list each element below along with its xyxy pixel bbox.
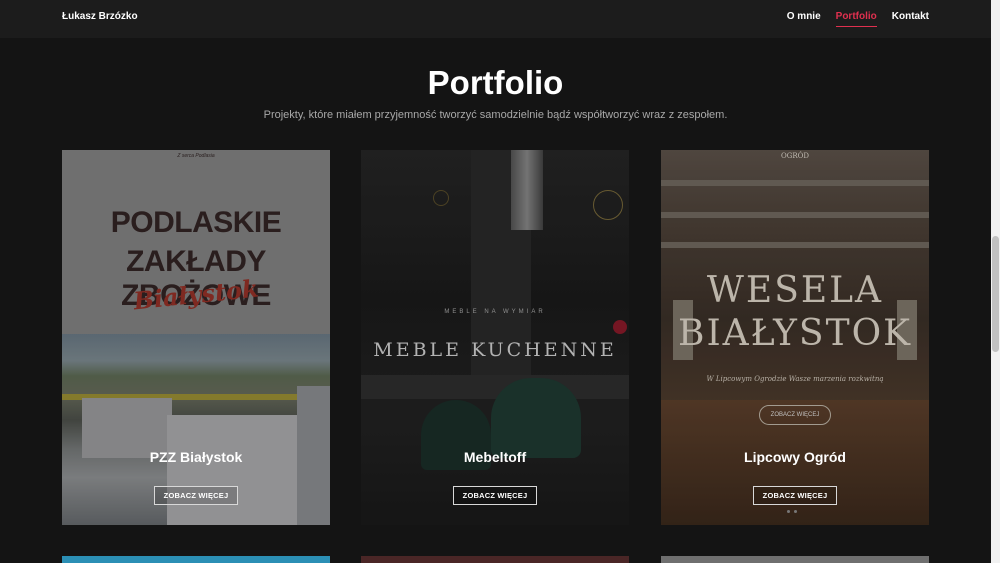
page-scrollbar[interactable] <box>991 0 1000 563</box>
project-card-next[interactable] <box>361 556 629 563</box>
card-overlay <box>361 150 629 525</box>
top-navbar: Łukasz Brzózko O mnie Portfolio Kontakt <box>0 0 991 38</box>
card-overlay <box>661 150 929 525</box>
project-title: Lipcowy Ogród <box>744 449 846 465</box>
see-more-button[interactable]: ZOBACZ WIĘCEJ <box>154 486 238 505</box>
card-overlay <box>62 150 330 525</box>
nav-link-portfolio[interactable]: Portfolio <box>835 11 877 27</box>
project-title: Mebeltoff <box>463 449 527 465</box>
project-title: PZZ Białystok <box>149 449 243 465</box>
brand-link[interactable]: Łukasz Brzózko <box>62 11 138 22</box>
main-nav: O mnie Portfolio Kontakt <box>787 11 929 27</box>
scrollbar-thumb[interactable] <box>992 236 999 352</box>
page-title: Portfolio <box>427 64 564 101</box>
project-card-mebeltoff[interactable]: MEBLE NA WYMIAR MEBLE KUCHENNE Mebeltoff… <box>361 150 629 525</box>
see-more-button[interactable]: ZOBACZ WIĘCEJ <box>753 486 837 505</box>
carousel-dots <box>787 510 797 513</box>
project-card-next[interactable] <box>62 556 330 563</box>
see-more-button[interactable]: ZOBACZ WIĘCEJ <box>453 486 537 505</box>
project-card-pzz[interactable]: Z serca Podlasia PODLASKIE ZAKŁADY ZBOŻO… <box>62 150 330 525</box>
nav-link-kontakt[interactable]: Kontakt <box>892 11 929 27</box>
project-card-lipcowy-ogrod[interactable]: OGRÓD WESELA BIAŁYSTOK W Lipcowym Ogrodz… <box>661 150 929 525</box>
nav-link-o-mnie[interactable]: O mnie <box>787 11 821 27</box>
project-card-next[interactable] <box>661 556 929 563</box>
page-subtitle: Projekty, które miałem przyjemność tworz… <box>263 109 728 121</box>
